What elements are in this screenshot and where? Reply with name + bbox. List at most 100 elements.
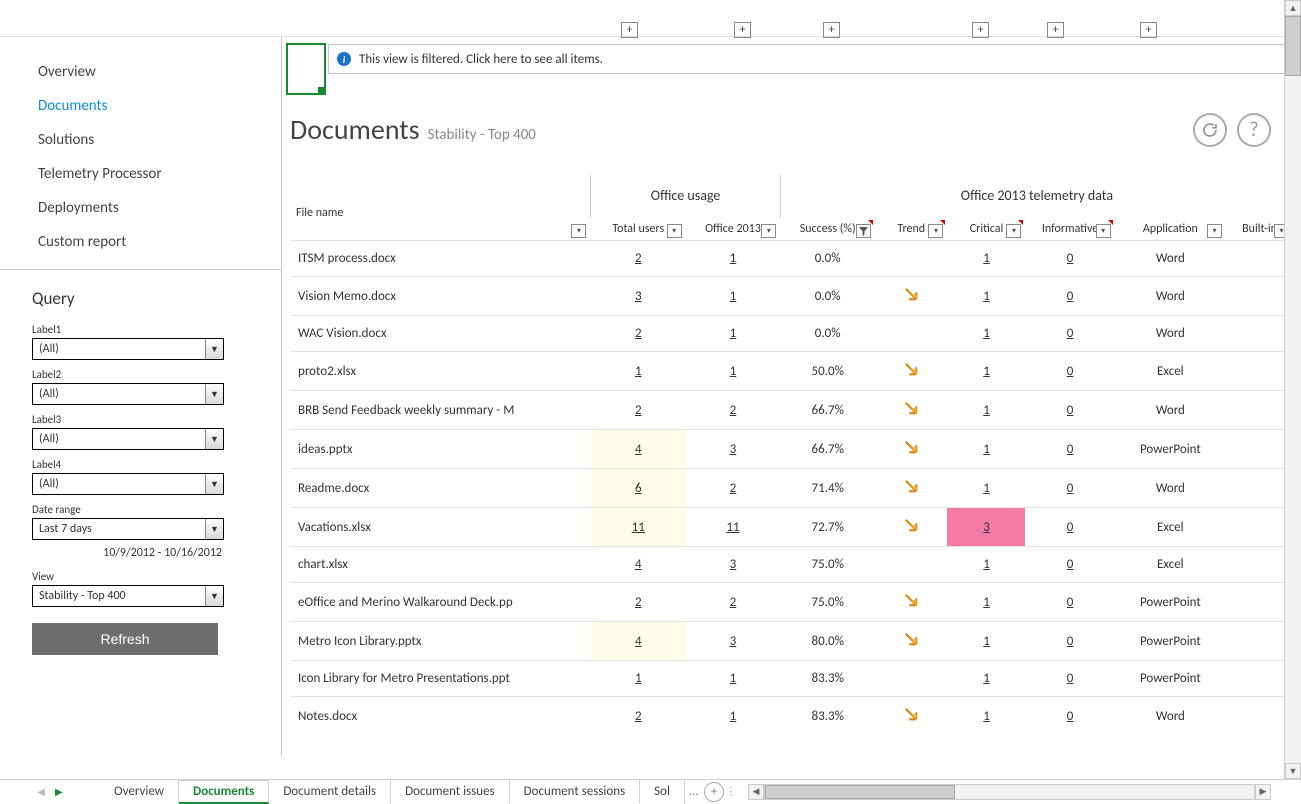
cell-critical[interactable]: 1 xyxy=(947,469,1025,508)
filter-banner[interactable]: i This view is filtered. Click here to s… xyxy=(328,44,1291,74)
cell-o2013[interactable]: 1 xyxy=(686,661,781,697)
cell-o2013[interactable]: 1 xyxy=(686,241,781,277)
col-informative[interactable]: Informative xyxy=(1025,218,1114,241)
combo-label3[interactable]: (All)▼ xyxy=(32,428,224,450)
tabs-ellipsis[interactable]: … xyxy=(689,784,698,799)
col-office-2013[interactable]: Office 2013 xyxy=(686,218,781,241)
cell-file[interactable]: Icon Library for Metro Presentations.ppt xyxy=(290,661,591,697)
cell-total[interactable]: 2 xyxy=(591,391,686,430)
cell-critical[interactable]: 1 xyxy=(947,277,1025,316)
ribbon-plus[interactable]: + xyxy=(1047,22,1064,38)
cell-file[interactable]: BRB Send Feedback weekly summary - M xyxy=(290,391,591,430)
col-critical[interactable]: Critical xyxy=(947,218,1025,241)
scroll-track[interactable] xyxy=(764,784,1255,800)
cell-file[interactable]: ideas.pptx xyxy=(290,430,591,469)
cell-o2013[interactable]: 1 xyxy=(686,697,781,736)
chevron-down-icon[interactable]: ▼ xyxy=(205,384,223,404)
combo-label4[interactable]: (All)▼ xyxy=(32,473,224,495)
filter-icon[interactable] xyxy=(928,224,943,238)
cell-total[interactable]: 6 xyxy=(591,469,686,508)
filter-icon[interactable] xyxy=(761,224,776,238)
col-builtin[interactable]: Built-in xyxy=(1226,218,1293,241)
cell-total[interactable]: 2 xyxy=(591,316,686,352)
cell-critical[interactable]: 1 xyxy=(947,661,1025,697)
cell-o2013[interactable]: 2 xyxy=(686,391,781,430)
cell-file[interactable]: WAC Vision.docx xyxy=(290,316,591,352)
ribbon-plus[interactable]: + xyxy=(734,22,751,38)
col-success[interactable]: Success (%) xyxy=(780,218,875,241)
col-total-users[interactable]: Total users xyxy=(591,218,686,241)
cell-critical[interactable]: 1 xyxy=(947,583,1025,622)
cell-o2013[interactable]: 3 xyxy=(686,622,781,661)
cell-critical[interactable]: 1 xyxy=(947,622,1025,661)
cell-critical[interactable]: 1 xyxy=(947,697,1025,736)
cell-o2013[interactable]: 11 xyxy=(686,508,781,547)
help-icon-button[interactable]: ? xyxy=(1237,113,1271,147)
sidebar-item-overview[interactable]: Overview xyxy=(0,55,281,89)
cell-o2013[interactable]: 2 xyxy=(686,469,781,508)
cell-o2013[interactable]: 3 xyxy=(686,430,781,469)
combo-label2[interactable]: (All)▼ xyxy=(32,383,224,405)
scroll-down-icon[interactable]: ▼ xyxy=(1285,763,1301,779)
cell-file[interactable]: ITSM process.docx xyxy=(290,241,591,277)
sidebar-item-deployments[interactable]: Deployments xyxy=(0,191,281,225)
sidebar-item-solutions[interactable]: Solutions xyxy=(0,123,281,157)
scroll-up-icon[interactable]: ▲ xyxy=(1285,0,1301,16)
combo-view[interactable]: Stability - Top 400▼ xyxy=(32,585,224,607)
ribbon-plus[interactable]: + xyxy=(823,22,840,38)
cell-o2013[interactable]: 3 xyxy=(686,547,781,583)
ribbon-plus[interactable]: + xyxy=(972,22,989,38)
sidebar-item-custom-report[interactable]: Custom report xyxy=(0,225,281,259)
cell-total[interactable]: 4 xyxy=(591,430,686,469)
cell-total[interactable]: 2 xyxy=(591,697,686,736)
cell-total[interactable]: 4 xyxy=(591,622,686,661)
cell-critical[interactable]: 1 xyxy=(947,430,1025,469)
cell-informative[interactable]: 0 xyxy=(1025,697,1114,736)
cell-total[interactable]: 1 xyxy=(591,352,686,391)
cell-total[interactable]: 4 xyxy=(591,547,686,583)
cell-file[interactable]: Vacations.xlsx xyxy=(290,508,591,547)
tab-document-details[interactable]: Document details xyxy=(269,780,391,803)
excel-cell-selector[interactable] xyxy=(286,43,326,95)
scroll-thumb[interactable] xyxy=(765,785,955,799)
tab-document-issues[interactable]: Document issues xyxy=(391,780,510,803)
tab-prev-icon[interactable]: ◀ xyxy=(37,785,45,798)
cell-total[interactable]: 2 xyxy=(591,241,686,277)
filter-icon[interactable] xyxy=(1207,224,1222,238)
chevron-down-icon[interactable]: ▼ xyxy=(205,339,223,359)
cell-o2013[interactable]: 1 xyxy=(686,352,781,391)
cell-informative[interactable]: 0 xyxy=(1025,547,1114,583)
cell-file[interactable]: eOffice and Merino Walkaround Deck.pp xyxy=(290,583,591,622)
cell-o2013[interactable]: 2 xyxy=(686,583,781,622)
filter-active-icon[interactable] xyxy=(856,224,871,238)
cell-informative[interactable]: 0 xyxy=(1025,430,1114,469)
cell-informative[interactable]: 0 xyxy=(1025,391,1114,430)
cell-critical[interactable]: 1 xyxy=(947,352,1025,391)
cell-informative[interactable]: 0 xyxy=(1025,508,1114,547)
add-tab-button[interactable]: + xyxy=(704,782,724,802)
cell-total[interactable]: 2 xyxy=(591,583,686,622)
filter-icon[interactable] xyxy=(1006,224,1021,238)
ribbon-plus[interactable]: + xyxy=(621,22,638,38)
tab-document-sessions[interactable]: Document sessions xyxy=(510,780,641,803)
chevron-down-icon[interactable]: ▼ xyxy=(205,519,223,539)
chevron-down-icon[interactable]: ▼ xyxy=(205,474,223,494)
cell-informative[interactable]: 0 xyxy=(1025,469,1114,508)
cell-file[interactable]: Notes.docx xyxy=(290,697,591,736)
col-trend[interactable]: Trend xyxy=(875,218,947,241)
scroll-track[interactable] xyxy=(1285,16,1301,763)
cell-file[interactable]: Vision Memo.docx xyxy=(290,277,591,316)
filter-icon[interactable] xyxy=(1096,224,1111,238)
horizontal-scrollbar[interactable]: ◀ ▶ xyxy=(748,782,1271,801)
cell-total[interactable]: 11 xyxy=(591,508,686,547)
cell-informative[interactable]: 0 xyxy=(1025,277,1114,316)
cell-informative[interactable]: 0 xyxy=(1025,316,1114,352)
ribbon-plus[interactable]: + xyxy=(1140,22,1157,38)
cell-informative[interactable]: 0 xyxy=(1025,352,1114,391)
cell-informative[interactable]: 0 xyxy=(1025,661,1114,697)
cell-file[interactable]: Metro Icon Library.pptx xyxy=(290,622,591,661)
cell-total[interactable]: 3 xyxy=(591,277,686,316)
cell-total[interactable]: 1 xyxy=(591,661,686,697)
filter-icon[interactable] xyxy=(667,224,682,238)
tab-sol[interactable]: Sol xyxy=(640,780,685,803)
